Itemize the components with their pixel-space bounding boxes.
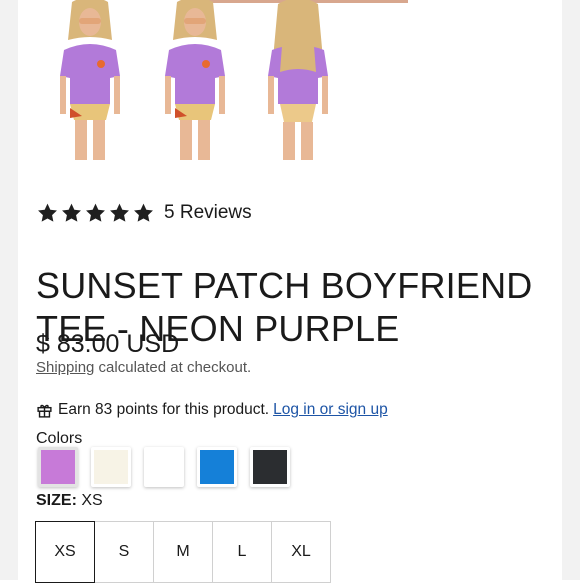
size-option-xs[interactable]: XS bbox=[35, 521, 95, 583]
gallery-thumbnail-3[interactable] bbox=[258, 0, 338, 160]
color-swatches bbox=[38, 447, 303, 487]
page-gutter-right bbox=[562, 0, 580, 580]
loyalty-points: Earn 83 points for this product. Log in … bbox=[36, 401, 388, 419]
reviews-link[interactable]: 5 Reviews bbox=[164, 202, 252, 224]
gallery-thumbnail-1[interactable] bbox=[50, 0, 130, 160]
size-option-xl[interactable]: XL bbox=[271, 521, 331, 583]
product-rating: 5 Reviews bbox=[36, 202, 252, 224]
size-option-s[interactable]: S bbox=[94, 521, 154, 583]
size-option-m[interactable]: M bbox=[153, 521, 213, 583]
star-icon bbox=[38, 203, 57, 222]
swatch-neon-purple[interactable] bbox=[38, 447, 78, 487]
shipping-note: Shipping calculated at checkout. bbox=[36, 359, 251, 376]
swatch-white[interactable] bbox=[144, 447, 184, 487]
size-option-l[interactable]: L bbox=[212, 521, 272, 583]
page-gutter-left bbox=[0, 0, 18, 580]
star-icon bbox=[134, 203, 153, 222]
shipping-text: calculated at checkout. bbox=[94, 359, 252, 376]
size-options: XS S M L XL bbox=[35, 521, 331, 583]
gift-icon bbox=[37, 404, 52, 418]
login-signup-link[interactable]: Log in or sign up bbox=[273, 401, 388, 419]
swatch-blue[interactable] bbox=[197, 447, 237, 487]
swatch-cream[interactable] bbox=[91, 447, 131, 487]
size-label: SIZE: XS bbox=[36, 492, 103, 510]
selected-size-value: XS bbox=[81, 492, 103, 509]
star-icon bbox=[86, 203, 105, 222]
star-icon bbox=[62, 203, 81, 222]
product-price: $ 83.00 USD bbox=[36, 330, 180, 358]
swatch-charcoal[interactable] bbox=[250, 447, 290, 487]
rating-stars bbox=[36, 202, 155, 224]
points-text: Earn 83 points for this product. bbox=[58, 401, 270, 418]
size-label-text: SIZE: bbox=[36, 492, 77, 509]
gallery-thumbnail-2[interactable] bbox=[155, 0, 235, 160]
shipping-link[interactable]: Shipping bbox=[36, 359, 94, 376]
star-icon bbox=[110, 203, 129, 222]
colors-label: Colors bbox=[36, 430, 83, 447]
